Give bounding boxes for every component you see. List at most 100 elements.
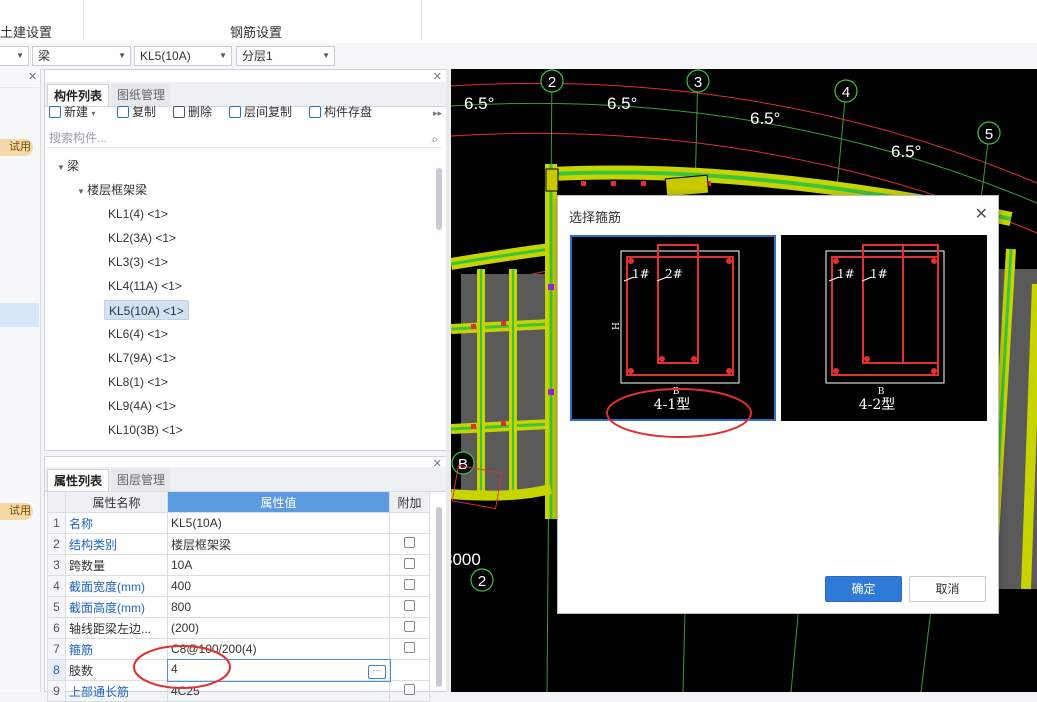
table-row[interactable]: 9 上部通长筋 4C25: [47, 680, 430, 702]
trial-badge[interactable]: 试用: [0, 503, 33, 520]
tree-item[interactable]: KL7(9A) <1>: [108, 348, 176, 368]
bar-label: 1#: [837, 267, 855, 281]
angle-label: 6.5°: [607, 94, 637, 113]
ok-button[interactable]: 确定: [825, 576, 902, 602]
column-header: 附加: [389, 491, 430, 513]
table-row[interactable]: 5 截面高度(mm) 800: [47, 596, 430, 618]
checkbox[interactable]: [404, 684, 415, 695]
new-button[interactable]: 新建 ▾: [49, 102, 95, 122]
bar-label: 1#: [632, 267, 650, 281]
property-table: 属性名称 属性值 附加 1 名称 KL5(10A) 2 结构类别 楼层框架梁 3…: [47, 491, 430, 702]
bar-label: 1#: [870, 267, 888, 281]
tree-item[interactable]: KL6(4) <1>: [108, 324, 168, 344]
scrollbar[interactable]: [436, 168, 442, 230]
layer-copy-icon: [229, 106, 241, 118]
floor-select[interactable]: ▼: [0, 46, 29, 66]
column-header: [47, 491, 66, 513]
bar-label: 2#: [665, 267, 683, 281]
layer-copy-button[interactable]: 层间复制: [229, 102, 292, 122]
checkbox[interactable]: [404, 558, 415, 569]
save-icon: [309, 106, 321, 118]
ribbon-divider: [83, 0, 84, 40]
new-icon: [49, 106, 61, 118]
angle-label: 6.5°: [750, 109, 780, 128]
delete-button[interactable]: 删除: [173, 102, 212, 122]
width-mark: B: [878, 387, 885, 397]
tree-item-selected[interactable]: KL5(10A) <1>: [104, 300, 189, 320]
navigation-strip: ✕ 试用 试用: [0, 69, 41, 692]
layer-select[interactable]: 分层1 ▼: [236, 46, 335, 66]
table-row-active[interactable]: 8 肢数 4 ···: [47, 658, 430, 682]
component-select[interactable]: KL5(10A) ▼: [134, 46, 232, 66]
dimension-label: 8000: [451, 550, 481, 569]
column-header: 属性名称: [65, 491, 168, 513]
table-row[interactable]: 2 结构类别 楼层框架梁: [47, 533, 430, 555]
copy-icon: [117, 106, 129, 118]
tree-item[interactable]: KL10(3B) <1>: [108, 420, 183, 440]
cancel-button[interactable]: 取消: [909, 576, 986, 602]
checkbox[interactable]: [404, 579, 415, 590]
tab-layer-management[interactable]: 图层管理: [111, 469, 172, 491]
table-row[interactable]: 3 跨数量 10A: [47, 554, 430, 576]
axis-label: 2: [478, 573, 486, 590]
scrollbar[interactable]: [436, 507, 442, 687]
ribbon-divider: [421, 0, 422, 40]
checkbox[interactable]: [404, 621, 415, 632]
rebar-settings-group[interactable]: 钢筋设置: [230, 22, 282, 41]
trial-badge[interactable]: 试用: [0, 139, 33, 156]
dialog-title: 选择箍筋: [569, 210, 622, 225]
tree-item[interactable]: KL4(11A) <1>: [108, 276, 182, 296]
table-row[interactable]: 4 截面宽度(mm) 400: [47, 575, 430, 597]
chevron-down-icon: ▼: [16, 51, 24, 60]
ribbon: 土建设置 钢筋设置: [0, 0, 1037, 44]
annotation-ellipse: [133, 645, 231, 689]
close-icon[interactable]: ✕: [975, 204, 988, 224]
trash-icon: [173, 106, 185, 118]
tree-node-frame-beam[interactable]: ▼ 楼层框架梁: [77, 180, 147, 200]
angle-label: 6.5°: [891, 142, 921, 161]
table-row[interactable]: 7 箍筋 C8@100/200(4): [47, 638, 430, 660]
copy-button[interactable]: 复制: [117, 102, 156, 122]
property-panel: ✕ 属性列表 图层管理 属性名称 属性值 附加 1 名称 KL5(10A) 2 …: [44, 456, 447, 702]
chevron-down-icon: ▼: [219, 51, 227, 60]
option-label: 4-2型: [859, 397, 896, 413]
checkbox[interactable]: [404, 642, 415, 653]
chevron-down-icon: ▼: [322, 51, 330, 60]
checkbox[interactable]: [404, 600, 415, 611]
height-mark: H: [612, 322, 622, 330]
axis-label: 3: [694, 74, 702, 91]
axis-label: B: [458, 456, 468, 473]
annotation-ellipse: [606, 388, 752, 438]
axis-label: 2: [548, 74, 556, 91]
element-type-select[interactable]: 梁 ▼: [32, 46, 131, 66]
tree-item[interactable]: KL8(1) <1>: [108, 372, 168, 392]
tree-item[interactable]: KL1(4) <1>: [108, 204, 168, 224]
axis-label: 5: [985, 126, 993, 143]
tree-node-beam[interactable]: ▼ 梁: [57, 156, 79, 176]
stirrup-option-4-2[interactable]: 1# 1# B 4-2型: [781, 235, 987, 421]
nav-item-selected[interactable]: [0, 303, 39, 327]
save-component-button[interactable]: 构件存盘: [309, 102, 372, 122]
tree-item[interactable]: KL3(3) <1>: [108, 252, 168, 272]
ellipsis-button[interactable]: ···: [368, 664, 386, 679]
civil-settings-group[interactable]: 土建设置: [0, 22, 52, 41]
axis-label: 4: [842, 84, 850, 101]
tab-property-list[interactable]: 属性列表: [47, 469, 110, 491]
property-tabs: 属性列表 图层管理: [45, 467, 446, 492]
tree-item[interactable]: KL2(3A) <1>: [108, 228, 176, 248]
chevron-down-icon: ▼: [118, 51, 126, 60]
stirrup-4-2-diagram: 1# 1# B 4-2型: [825, 244, 945, 413]
tree-item[interactable]: KL9(4A) <1>: [108, 396, 176, 416]
search-icon[interactable]: ⌕: [431, 132, 438, 147]
table-row[interactable]: 1 名称 KL5(10A): [47, 512, 430, 534]
column-header: 属性值: [167, 491, 390, 513]
selector-bar: ▼ 梁 ▼ KL5(10A) ▼ 分层1 ▼: [0, 43, 1037, 70]
checkbox[interactable]: [404, 537, 415, 548]
more-icon[interactable]: ▸▸: [433, 108, 442, 119]
table-row[interactable]: 6 轴线距梁左边... (200): [47, 617, 430, 639]
angle-label: 6.5°: [464, 94, 494, 113]
table-header: 属性名称 属性值 附加: [47, 491, 430, 513]
close-icon[interactable]: ✕: [28, 70, 37, 83]
search-input[interactable]: 搜索构件...: [47, 128, 441, 148]
component-list-panel: ✕ 构件列表 图纸管理 新建 ▾ 复制 删除 层间复制 构件存盘 ▸▸ 搜索构件…: [44, 69, 447, 451]
